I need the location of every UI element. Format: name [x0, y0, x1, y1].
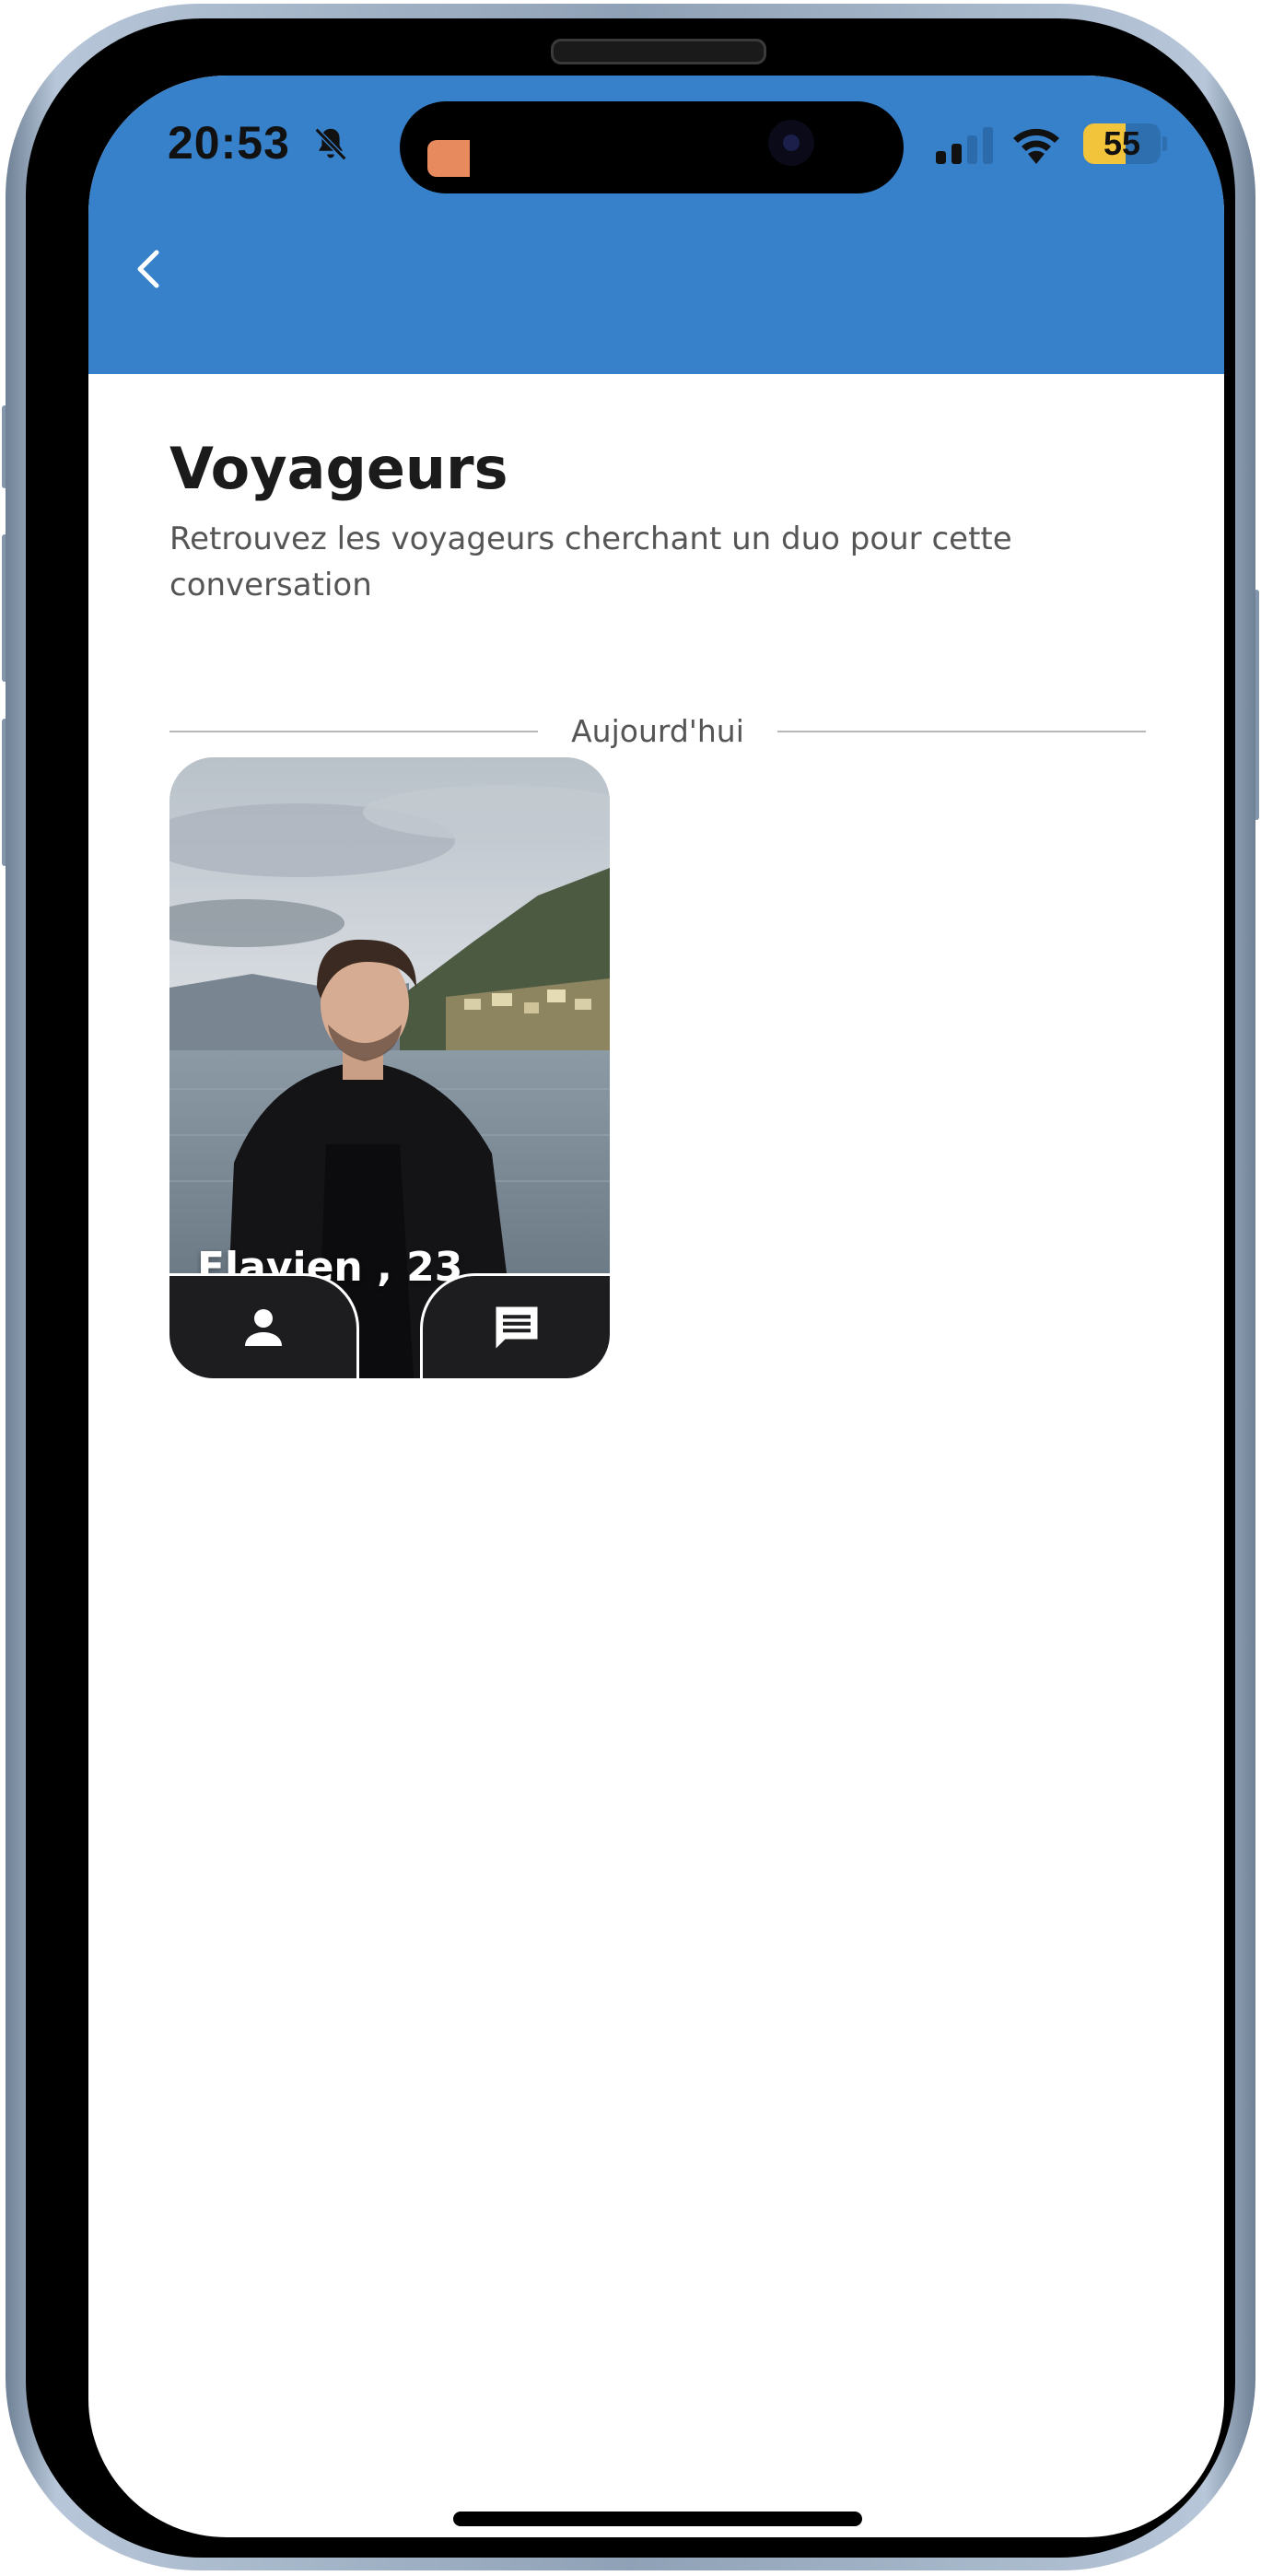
app-screen: 20:53 55 Voyageurs Retrouvez les voyageu… — [88, 76, 1224, 2537]
home-indicator[interactable] — [453, 2512, 862, 2526]
page-title: Voyageurs — [169, 435, 508, 502]
back-button[interactable] — [122, 241, 177, 297]
app-header: 20:53 55 — [88, 76, 1224, 374]
bell-muted-icon — [314, 127, 347, 161]
person-icon — [244, 1308, 282, 1346]
message-icon — [496, 1306, 537, 1348]
front-camera — [768, 120, 814, 166]
dynamic-island — [400, 101, 904, 193]
live-activity-avatar — [427, 140, 470, 177]
phone-mockup: 20:53 55 Voyageurs Retrouvez les voyageu… — [0, 0, 1261, 2576]
cellular-signal-icon — [936, 127, 993, 164]
wifi-icon — [1013, 128, 1059, 164]
earpiece-speaker — [551, 39, 766, 64]
battery-indicator: 55 — [1083, 123, 1167, 164]
phone-frame: 20:53 55 Voyageurs Retrouvez les voyageu… — [6, 4, 1255, 2570]
page-subtitle: Retrouvez les voyageurs cherchant un duo… — [169, 521, 1012, 603]
date-section-divider: Aujourd'hui — [169, 713, 1146, 750]
divider-line-right — [777, 731, 1146, 732]
phone-bezel: 20:53 55 Voyageurs Retrouvez les voyageu… — [26, 18, 1235, 2558]
traveler-card[interactable]: Flavien , 23 — [169, 757, 610, 1378]
view-profile-button[interactable] — [169, 1273, 359, 1378]
chevron-left-icon — [137, 250, 159, 288]
status-time: 20:53 — [168, 117, 290, 169]
battery-level: 55 — [1103, 124, 1141, 162]
send-message-button[interactable] — [420, 1273, 610, 1378]
